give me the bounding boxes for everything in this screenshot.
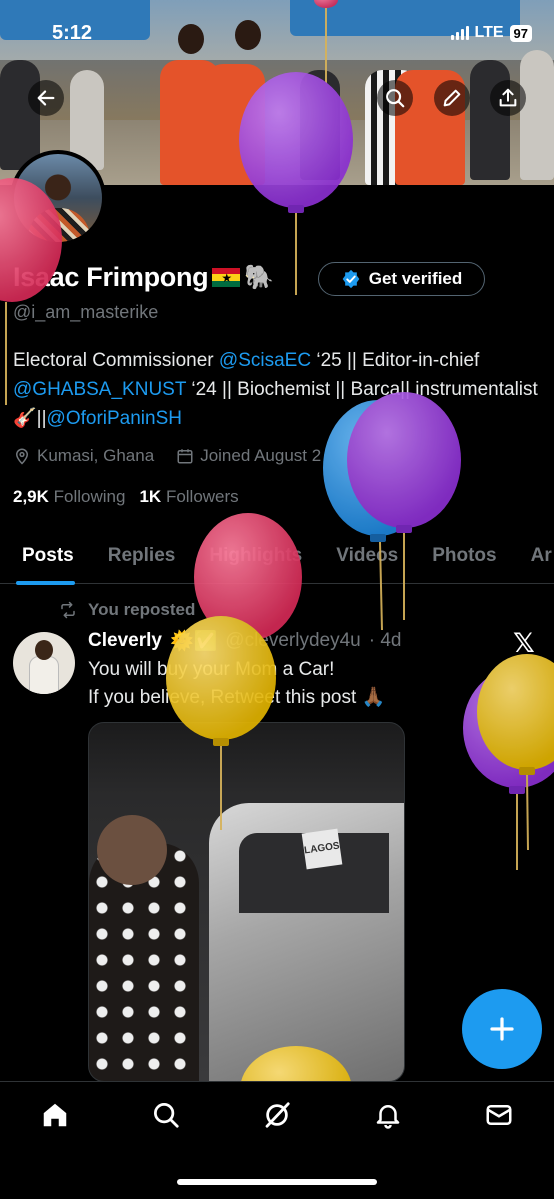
post-author-avatar[interactable] <box>13 632 75 694</box>
profile-name-text: Isaac Frimpong <box>13 262 209 292</box>
joined-text: Joined August 2 <box>200 446 322 465</box>
status-indicators: LTE 97 <box>450 24 532 42</box>
nav-notifications[interactable] <box>371 1098 405 1132</box>
car-plate: LAGOS <box>301 828 343 870</box>
location: Kumasi, Ghana <box>13 446 154 466</box>
nav-grok[interactable] <box>260 1098 294 1132</box>
plus-icon <box>490 1017 514 1041</box>
tab-videos[interactable]: Videos <box>319 528 415 584</box>
post-author-name[interactable]: Cleverly <box>88 630 162 652</box>
tab-posts[interactable]: Posts <box>0 528 91 585</box>
post-text-line: You will buy your Mom a Car! <box>88 659 335 680</box>
ghana-flag-icon: ★ <box>212 267 241 288</box>
search-button[interactable] <box>377 80 413 116</box>
post-text-line: If you believe, Retweet this post 🙏🏾 <box>88 687 386 708</box>
location-text: Kumasi, Ghana <box>37 446 155 465</box>
calendar-icon <box>177 449 193 464</box>
explore-search-icon <box>154 1103 179 1128</box>
battery-icon: 97 <box>509 24 532 42</box>
status-time: 5:12 <box>52 22 93 44</box>
tab-articles[interactable]: Ar <box>514 528 554 584</box>
following-count: 2,9K <box>13 487 49 506</box>
grok-icon <box>265 1102 290 1128</box>
verified-badge-icon <box>342 269 360 289</box>
nav-messages[interactable] <box>482 1098 516 1132</box>
profile-name: Isaac Frimpong ★ 🐘 <box>13 262 274 293</box>
share-icon <box>499 88 517 107</box>
following-link[interactable]: 2,9K Following <box>13 487 125 507</box>
tab-highlights[interactable]: Highlights <box>192 528 319 584</box>
sun-emoji-icon: 🌞✅ <box>169 631 218 652</box>
back-arrow-icon <box>37 90 55 106</box>
bio-link-ghabsa[interactable]: @GHABSA_KNUST <box>13 379 186 400</box>
post-text: You will buy your Mom a Car! If you beli… <box>88 656 385 712</box>
get-verified-label: Get verified <box>368 269 463 288</box>
profile-stats: 2,9K Following 1K Followers <box>13 487 239 507</box>
post-age: · 4d <box>368 630 402 651</box>
notifications-bell-icon <box>376 1105 400 1129</box>
profile-meta: Kumasi, Ghana Joined August 2 <box>13 446 321 466</box>
search-icon <box>386 89 405 108</box>
elephant-icon: 🐘 <box>244 264 274 291</box>
post-header: Cleverly 🌞✅ @cleverlydey4u · 4d <box>88 629 402 653</box>
home-icon <box>43 1103 67 1127</box>
profile-bio: Electoral Commissioner @ScisaEC ‘25 || E… <box>13 346 543 433</box>
bio-link-oforipanin[interactable]: @OforiPaninSH <box>47 408 182 429</box>
followers-label: Followers <box>165 487 239 506</box>
home-indicator[interactable] <box>177 1179 377 1185</box>
tab-photos[interactable]: Photos <box>415 528 513 584</box>
followers-link[interactable]: 1K Followers <box>139 487 238 507</box>
repost-icon <box>61 601 75 619</box>
signal-icon <box>450 26 469 40</box>
post-video[interactable]: LAGOS <box>88 722 405 1082</box>
repost-indicator: You reposted <box>58 600 195 620</box>
get-verified-button[interactable]: Get verified <box>318 262 485 296</box>
profile-handle: @i_am_masterike <box>13 302 159 322</box>
profile-tabs: Posts Replies Highlights Videos Photos A… <box>0 528 554 585</box>
tab-replies[interactable]: Replies <box>91 528 193 584</box>
location-icon <box>15 448 29 465</box>
compose-button[interactable] <box>462 989 542 1069</box>
followers-count: 1K <box>139 487 162 506</box>
profile-avatar[interactable] <box>10 150 106 246</box>
bio-text: Electoral Commissioner <box>13 350 219 371</box>
following-label: Following <box>53 487 126 506</box>
x-logo-icon: 𝕏 <box>513 628 535 658</box>
edit-pen-icon <box>443 89 461 107</box>
edit-button[interactable] <box>434 80 470 116</box>
repost-label: You reposted <box>88 600 196 619</box>
back-button[interactable] <box>28 80 64 116</box>
post-author-handle[interactable]: @cleverlydey4u <box>225 630 360 652</box>
nav-home[interactable] <box>38 1098 72 1132</box>
bio-link-scisaec[interactable]: @ScisaEC <box>219 350 311 371</box>
share-button[interactable] <box>490 80 526 116</box>
messages-envelope-icon <box>486 1105 512 1125</box>
joined-date: Joined August 2 <box>176 446 321 466</box>
bio-text: ‘25 || Editor-in-chief <box>311 350 480 371</box>
network-label: LTE <box>474 24 504 41</box>
nav-explore[interactable] <box>149 1098 183 1132</box>
